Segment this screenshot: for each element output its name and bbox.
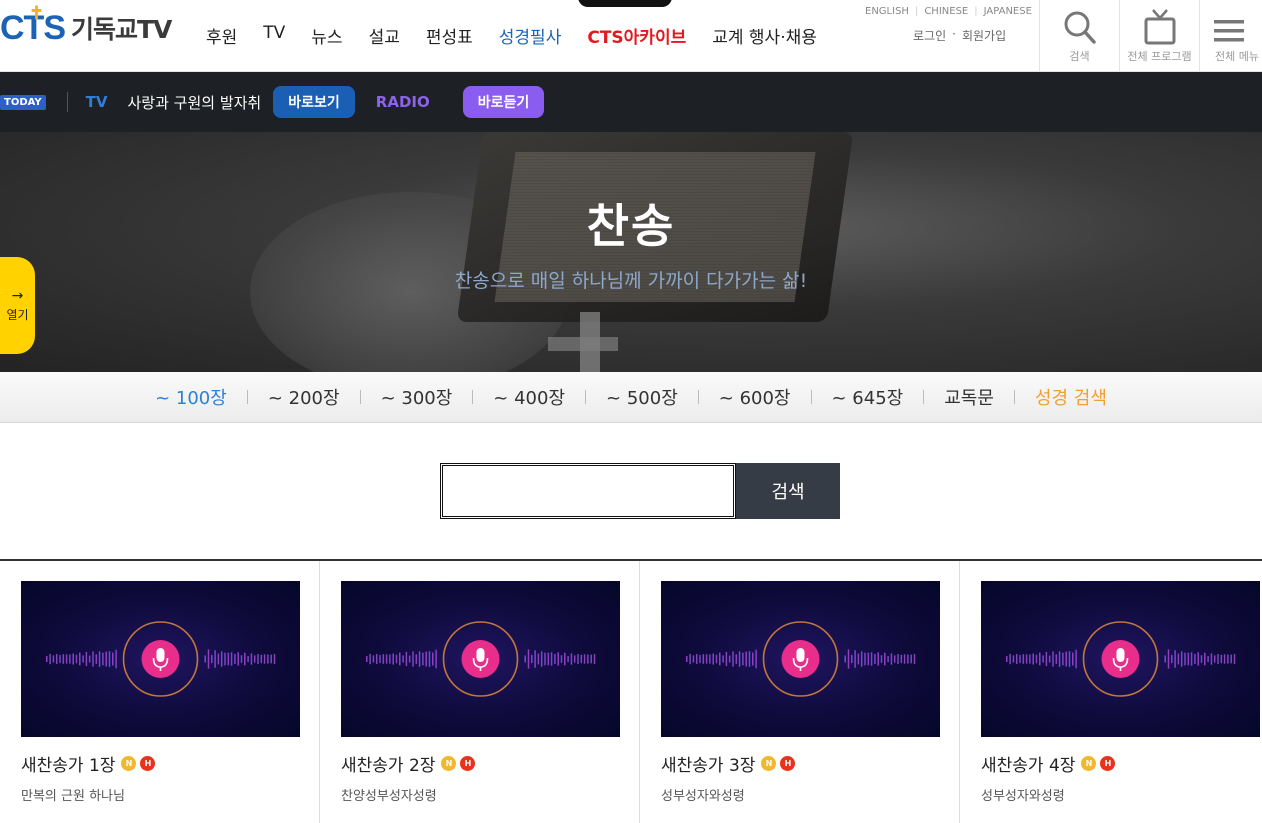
hymn-title: 새찬송가 3장 [661, 756, 756, 776]
hymn-title-row: 새찬송가 2장 N H [341, 751, 476, 776]
hot-badge: H [780, 756, 796, 771]
today-onair-bar: TODAY TV 사랑과 구원의 발자취 바로보기 RADIO 바로듣기 [0, 72, 1262, 132]
logo-cross-icon: ✝ [29, 2, 44, 23]
lang-chinese[interactable]: CHINESE [924, 6, 968, 17]
nav-item-church-events[interactable]: 교계 행사·채용 [712, 23, 817, 48]
tab-divider [810, 390, 812, 404]
search-icon [1040, 0, 1119, 46]
hymn-card[interactable]: 새찬송가 2장 N H 찬양성부성자성령 [320, 561, 640, 823]
logo-cts: CTS ✝ [0, 2, 66, 47]
hymn-subtitle: 성부성자와성령 [661, 789, 745, 804]
lang-english[interactable]: ENGLISH [865, 6, 909, 17]
login-link[interactable]: 로그인 [913, 27, 946, 44]
hymn-search-input[interactable] [440, 463, 736, 519]
hymn-card[interactable]: 새찬송가 3장 N H 성부성자와성령 [640, 561, 960, 823]
nav-item-tv[interactable]: TV [263, 23, 285, 48]
hymn-card[interactable]: 새찬송가 1장 N H 만복의 근원 하나님 [0, 561, 320, 823]
tab-100[interactable]: ~ 100장 [155, 384, 227, 410]
hymn-title: 새찬송가 2장 [341, 756, 436, 776]
hot-badge: H [1100, 756, 1116, 771]
page-subtitle: 찬송으로 매일 하나님께 가까이 다가가는 삶! [454, 270, 808, 292]
nav-item-schedule[interactable]: 편성표 [426, 23, 473, 48]
tab-divider [359, 390, 361, 404]
tab-bible-search[interactable]: 성경 검색 [1035, 384, 1107, 410]
search-util-button[interactable]: 검색 [1039, 0, 1119, 72]
tab-200[interactable]: ~ 200장 [268, 384, 340, 410]
page-title: 찬송 [586, 199, 676, 253]
hymn-title: 새찬송가 4장 [981, 756, 1076, 776]
tab-600[interactable]: ~ 600장 [719, 384, 791, 410]
tab-responsive-reading[interactable]: 교독문 [944, 384, 994, 410]
hymn-card[interactable]: 새찬송가 4장 N H 성부성자와성령 [960, 561, 1262, 823]
side-panel-open-button[interactable]: → 열기 [0, 257, 35, 354]
hymn-thumbnail [661, 581, 940, 737]
hymn-subtitle: 만복의 근원 하나님 [21, 789, 125, 804]
hymn-range-tabs: ~ 100장 ~ 200장 ~ 300장 ~ 400장 ~ 500장 ~ 600… [0, 372, 1262, 423]
language-links: ENGLISH | CHINESE | JAPANESE [865, 6, 1032, 17]
site-logo[interactable]: CTS ✝ 기독교TV [0, 2, 172, 50]
new-badge: N [441, 756, 457, 771]
all-menu-label: 전체 메뉴 [1215, 50, 1259, 63]
hymn-list: 새찬송가 1장 N H 만복의 근원 하나님 새찬송가 2장 N H 찬양성부성자성령 … [0, 561, 1262, 823]
hero-banner: 찬송 찬송으로 매일 하나님께 가까이 다가가는 삶! [0, 132, 1262, 372]
current-program-title[interactable]: 사랑과 구원의 발자취 [128, 92, 262, 113]
arrow-right-icon: → [11, 287, 24, 304]
new-badge: N [761, 756, 777, 771]
nav-item-news[interactable]: 뉴스 [311, 23, 342, 48]
lang-japanese[interactable]: JAPANESE [984, 6, 1032, 17]
hot-badge: H [460, 756, 476, 771]
today-divider [66, 92, 68, 112]
new-badge: N [121, 756, 137, 771]
nav-item-cts-archive[interactable]: CTS아카이브 [587, 23, 686, 48]
tab-divider [697, 390, 699, 404]
hymn-subtitle: 찬양성부성자성령 [341, 789, 437, 804]
tab-divider [472, 390, 474, 404]
tab-divider [1013, 390, 1015, 404]
hero-bg-cross-bar [548, 337, 618, 351]
hymn-search-button[interactable]: 검색 [736, 463, 840, 519]
hymn-title-row: 새찬송가 4장 N H [981, 751, 1116, 776]
new-badge: N [1081, 756, 1097, 771]
lang-divider: | [974, 6, 978, 17]
hamburger-icon [1200, 0, 1262, 46]
hymn-title: 새찬송가 1장 [21, 756, 116, 776]
tv-icon [1120, 0, 1199, 46]
tab-500[interactable]: ~ 500장 [606, 384, 678, 410]
hymn-thumbnail [341, 581, 620, 737]
nav-item-sermon[interactable]: 설교 [369, 23, 400, 48]
member-links: 로그인 · 회원가입 [913, 27, 1006, 44]
tab-divider [585, 390, 587, 404]
top-notch [578, 0, 672, 7]
tab-400[interactable]: ~ 400장 [493, 384, 565, 410]
hymn-title-row: 새찬송가 3장 N H [661, 751, 796, 776]
logo-text: 기독교TV [71, 15, 172, 44]
tab-645[interactable]: ~ 645장 [832, 384, 904, 410]
tab-300[interactable]: ~ 300장 [381, 384, 453, 410]
all-programs-label: 전체 프로그램 [1127, 50, 1192, 63]
all-menu-button[interactable]: 전체 메뉴 [1199, 0, 1262, 72]
hymn-thumbnail [21, 581, 300, 737]
watch-now-button[interactable]: 바로보기 [273, 86, 355, 118]
hymn-title-row: 새찬송가 1장 N H [21, 751, 156, 776]
signup-link[interactable]: 회원가입 [962, 27, 1006, 44]
radio-tag: RADIO [375, 93, 430, 111]
nav-item-bible-transcription[interactable]: 성경필사 [499, 23, 562, 48]
hot-badge: H [140, 756, 156, 771]
tab-divider [923, 390, 925, 404]
all-programs-button[interactable]: 전체 프로그램 [1119, 0, 1199, 72]
tv-tag: TV [85, 93, 108, 111]
site-header: CTS ✝ 기독교TV 후원 TV 뉴스 설교 편성표 성경필사 CTS아카이브 … [0, 0, 1262, 72]
tab-divider [246, 390, 248, 404]
lang-divider: | [914, 6, 919, 17]
open-label: 열기 [6, 307, 29, 322]
listen-now-button[interactable]: 바로듣기 [462, 86, 545, 118]
nav-item-donate[interactable]: 후원 [206, 23, 237, 48]
member-divider: · [952, 27, 956, 41]
hymn-search-form: 검색 [440, 463, 840, 519]
main-nav: 후원 TV 뉴스 설교 편성표 성경필사 CTS아카이브 교계 행사·채용 [206, 23, 843, 48]
hymn-subtitle: 성부성자와성령 [981, 789, 1065, 804]
hymn-thumbnail [981, 581, 1260, 737]
search-util-label: 검색 [1069, 50, 1090, 63]
today-badge: TODAY [0, 94, 46, 110]
